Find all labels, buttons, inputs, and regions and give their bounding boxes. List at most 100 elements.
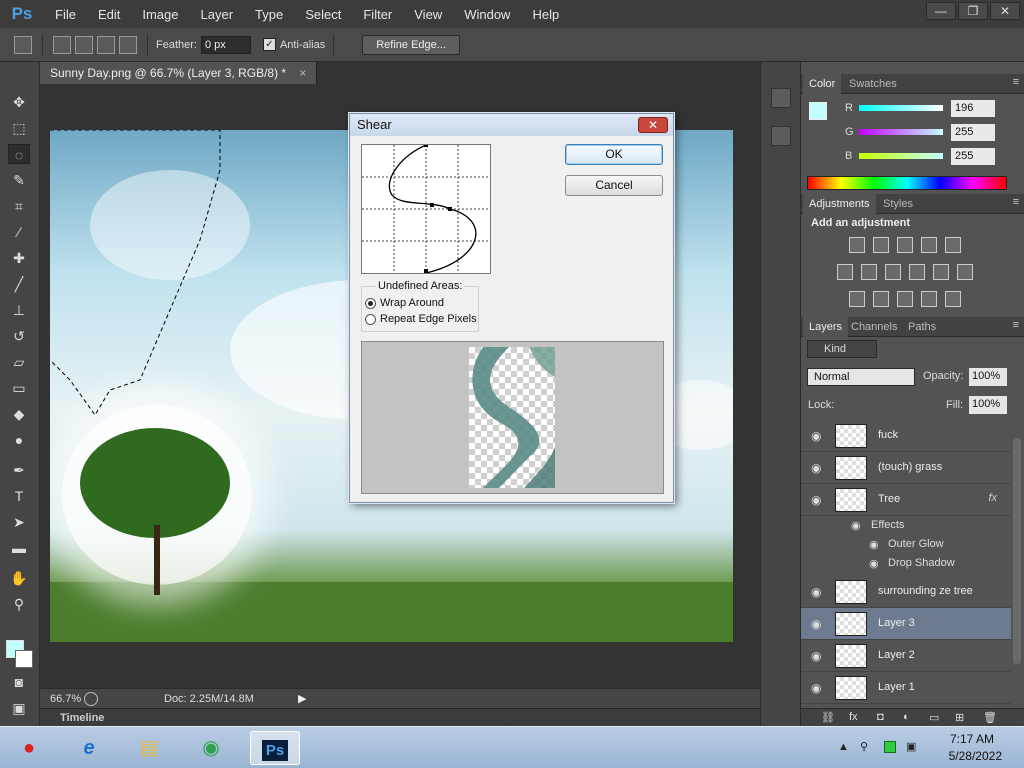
document-tab[interactable]: Sunny Day.png @ 66.7% (Layer 3, RGB/8) *… (40, 62, 318, 84)
network-icon[interactable] (884, 741, 896, 753)
tab-adjustments[interactable]: Adjustments (803, 194, 876, 214)
gradient-map-icon[interactable] (945, 291, 961, 307)
layer-row[interactable]: ◉ surrounding ze tree (801, 576, 1011, 608)
visibility-eye-icon[interactable]: ◉ (811, 617, 821, 631)
visibility-eye-icon[interactable]: ◉ (811, 681, 821, 695)
angry-birds-icon[interactable]: ● (4, 731, 54, 765)
hue-saturation-icon[interactable] (837, 264, 853, 280)
trash-icon[interactable]: 🗑 (983, 711, 997, 724)
color-balance-icon[interactable] (861, 264, 877, 280)
color-lookup-icon[interactable] (957, 264, 973, 280)
move-tool-icon[interactable]: ✥ (8, 92, 30, 112)
chrome-icon[interactable]: ◉ (186, 731, 236, 765)
adjustment-layer-icon[interactable]: ◐ (903, 711, 910, 723)
wrap-around-option[interactable]: Wrap Around (365, 297, 444, 309)
menu-file[interactable]: File (44, 7, 87, 22)
effects-group[interactable]: ◉ Effects (801, 517, 1011, 536)
menu-help[interactable]: Help (521, 7, 570, 22)
explorer-folder-icon[interactable]: ▤ (124, 731, 174, 765)
black-white-icon[interactable] (885, 264, 901, 280)
feather-input[interactable]: 0 px (200, 35, 251, 54)
effect-eye-icon[interactable]: ◉ (869, 538, 879, 551)
layer-row[interactable]: ◉ Tree fx (801, 484, 1011, 516)
gradient-tool-icon[interactable]: ▭ (8, 378, 30, 398)
layer-filter-kind-select[interactable]: Kind (807, 340, 877, 358)
tab-color[interactable]: Color (803, 74, 842, 94)
history-panel-icon[interactable] (771, 88, 791, 108)
background-color-swatch[interactable] (15, 650, 33, 668)
add-mask-icon[interactable]: ◘ (877, 711, 884, 723)
tab-layers[interactable]: Layers (803, 317, 849, 337)
restore-button[interactable]: ❐ (958, 2, 988, 20)
brush-tool-icon[interactable]: ╱ (8, 274, 30, 294)
menu-select[interactable]: Select (294, 7, 352, 22)
menu-layer[interactable]: Layer (190, 7, 245, 22)
fx-icon[interactable]: fx (849, 711, 858, 723)
intersect-selection-icon[interactable] (119, 35, 137, 54)
add-to-selection-icon[interactable] (75, 35, 93, 54)
color-spectrum-bar[interactable] (807, 176, 1007, 190)
b-slider[interactable] (859, 153, 943, 159)
link-layers-icon[interactable]: ⛓ (821, 711, 835, 724)
proof-icon[interactable] (84, 691, 98, 706)
volume-icon[interactable]: ▣ (906, 741, 918, 753)
photoshop-icon[interactable]: Ps (250, 731, 300, 765)
clock-date[interactable]: 5/28/2022 (949, 749, 1002, 763)
pen-tool-icon[interactable]: ✒ (8, 460, 30, 480)
internet-explorer-icon[interactable]: e (64, 731, 114, 765)
layer-row[interactable]: ◉ (touch) grass (801, 452, 1011, 484)
search-tray-icon[interactable]: ⚲ (860, 741, 872, 753)
effect-eye-icon[interactable]: ◉ (869, 557, 879, 570)
new-layer-icon[interactable]: ⊞ (955, 711, 964, 724)
stamp-tool-icon[interactable]: ⊥ (8, 300, 30, 320)
healing-tool-icon[interactable]: ✚ (8, 248, 30, 268)
effect-item[interactable]: ◉ Outer Glow (801, 536, 1011, 555)
show-hidden-icons-icon[interactable]: ▲ (838, 741, 850, 753)
menu-type[interactable]: Type (244, 7, 294, 22)
lasso-tool-icon[interactable]: ◌ (8, 144, 30, 164)
radio-checked[interactable] (365, 297, 376, 309)
effect-item[interactable]: ◉ Drop Shadow (801, 555, 1011, 574)
eyedropper-tool-icon[interactable]: ⁄ (8, 222, 30, 242)
lasso-tool-preset-icon[interactable] (14, 35, 32, 54)
path-select-tool-icon[interactable]: ➤ (8, 512, 30, 532)
shape-tool-icon[interactable]: ▬ (8, 538, 30, 558)
marquee-tool-icon[interactable]: ⬚ (8, 118, 30, 138)
close-button[interactable]: ✕ (990, 2, 1020, 20)
visibility-eye-icon[interactable]: ◉ (811, 649, 821, 663)
menu-image[interactable]: Image (131, 7, 189, 22)
tab-styles[interactable]: Styles (877, 194, 919, 214)
new-group-icon[interactable]: ▭ (929, 711, 939, 724)
channel-mixer-icon[interactable] (933, 264, 949, 280)
layer-row[interactable]: ◉ fuck (801, 420, 1011, 452)
layers-scrollbar[interactable] (1013, 438, 1021, 664)
crop-tool-icon[interactable]: ⌗ (8, 196, 30, 216)
3d-panel-icon[interactable] (771, 126, 791, 146)
vibrance-icon[interactable] (945, 237, 961, 253)
quick-select-tool-icon[interactable]: ✎ (8, 170, 30, 190)
effect-eye-icon[interactable]: ◉ (851, 519, 861, 532)
new-selection-icon[interactable] (53, 35, 71, 54)
curves-icon[interactable] (897, 237, 913, 253)
panel-menu-icon[interactable]: ≡ (1013, 196, 1019, 208)
blend-mode-select[interactable]: Normal (807, 368, 915, 386)
menu-window[interactable]: Window (453, 7, 521, 22)
visibility-eye-icon[interactable]: ◉ (811, 585, 821, 599)
close-tab-icon[interactable]: × (299, 66, 306, 80)
levels-icon[interactable] (873, 237, 889, 253)
repeat-edge-option[interactable]: Repeat Edge Pixels (365, 313, 477, 325)
visibility-eye-icon[interactable]: ◉ (811, 493, 821, 507)
layer-row-selected[interactable]: ◉ Layer 3 (801, 608, 1011, 640)
visibility-eye-icon[interactable]: ◉ (811, 461, 821, 475)
layer-fx-icon[interactable]: fx (988, 492, 997, 504)
antialias-checkbox[interactable]: ✓ (262, 38, 276, 51)
visibility-eye-icon[interactable]: ◉ (811, 429, 821, 443)
hand-tool-icon[interactable]: ✋ (8, 568, 30, 588)
blur-tool-icon[interactable]: ◆ (8, 404, 30, 424)
tab-paths[interactable]: Paths (902, 317, 942, 337)
clock-time[interactable]: 7:17 AM (950, 732, 994, 746)
eraser-tool-icon[interactable]: ▱ (8, 352, 30, 372)
zoom-tool-icon[interactable]: ⚲ (8, 594, 30, 614)
ok-button[interactable]: OK (565, 144, 663, 165)
b-value[interactable]: 255 (951, 148, 995, 165)
